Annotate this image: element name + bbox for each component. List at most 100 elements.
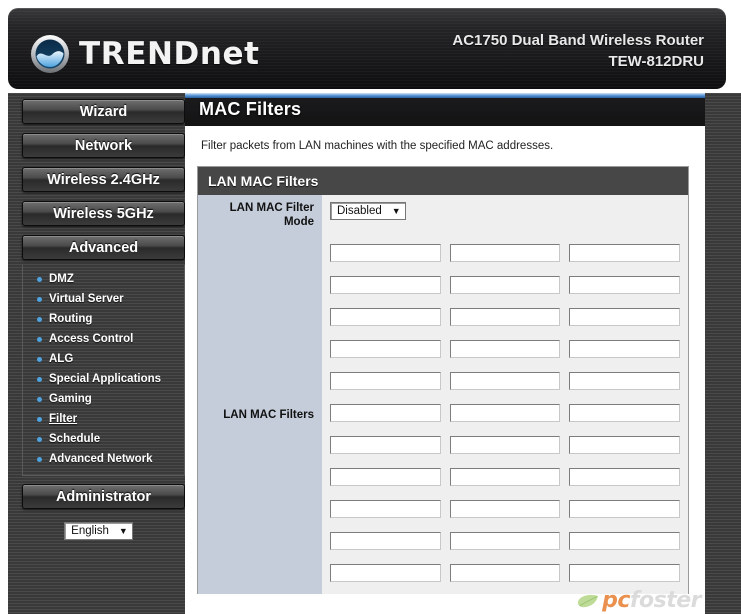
brand: TRENDnet bbox=[30, 34, 260, 74]
sidebar-item-schedule[interactable]: Schedule bbox=[23, 429, 184, 449]
sidebar-item-label: Gaming bbox=[49, 393, 92, 405]
bullet-icon bbox=[37, 336, 42, 342]
mac-address-input-12[interactable] bbox=[569, 340, 680, 358]
filter-entries-row: LAN MAC Filters bbox=[198, 235, 688, 594]
mac-address-input-3[interactable] bbox=[569, 244, 680, 262]
sidebar-item-label: Virtual Server bbox=[49, 293, 124, 305]
page-description: Filter packets from LAN machines with th… bbox=[201, 140, 554, 152]
bullet-icon bbox=[37, 316, 42, 322]
mac-address-input-2[interactable] bbox=[449, 244, 561, 262]
mac-address-input-19[interactable] bbox=[330, 436, 441, 454]
app-header: TRENDnet AC1750 Dual Band Wireless Route… bbox=[8, 8, 726, 89]
mac-address-input-18[interactable] bbox=[569, 404, 680, 422]
sidebar-item-administrator[interactable]: Administrator bbox=[22, 484, 185, 509]
mac-address-input-22[interactable] bbox=[330, 468, 441, 486]
sidebar-item-label: Routing bbox=[49, 313, 93, 325]
mac-address-input-21[interactable] bbox=[569, 436, 680, 454]
mac-address-input-7[interactable] bbox=[330, 308, 441, 326]
sidebar-item-gaming[interactable]: Gaming bbox=[23, 389, 184, 409]
sidebar-item-wizard[interactable]: Wizard bbox=[22, 99, 185, 124]
mac-address-input-1[interactable] bbox=[330, 244, 441, 262]
mac-address-input-25[interactable] bbox=[330, 500, 441, 518]
lan-mac-filters-form: LAN MAC Filter Mode Disabled ▼ LAN MAC F… bbox=[198, 195, 688, 594]
sidebar-item-advanced[interactable]: Advanced bbox=[22, 235, 185, 260]
mac-address-input-23[interactable] bbox=[449, 468, 561, 486]
bullet-icon bbox=[37, 276, 42, 282]
bullet-icon bbox=[37, 376, 42, 382]
mac-address-input-26[interactable] bbox=[449, 500, 561, 518]
mac-address-input-9[interactable] bbox=[569, 308, 680, 326]
mac-address-input-17[interactable] bbox=[449, 404, 561, 422]
mac-address-input-14[interactable] bbox=[449, 372, 561, 390]
lan-mac-filters-field bbox=[322, 235, 688, 594]
mac-address-input-31[interactable] bbox=[330, 564, 441, 582]
language-select[interactable]: English ▼ bbox=[64, 522, 133, 540]
sidebar-item-label: Schedule bbox=[49, 433, 101, 445]
bullet-icon bbox=[37, 416, 42, 422]
sidebar-item-network[interactable]: Network bbox=[22, 133, 185, 158]
product-model: AC1750 Dual Band Wireless Router TEW-812… bbox=[452, 30, 704, 72]
filter-mode-label: LAN MAC Filter Mode bbox=[198, 195, 322, 235]
bullet-icon bbox=[37, 356, 42, 362]
language-select-value: English bbox=[71, 525, 109, 537]
mac-address-input-32[interactable] bbox=[449, 564, 561, 582]
sidebar-item-dmz[interactable]: DMZ bbox=[23, 269, 184, 289]
product-model-number: TEW-812DRU bbox=[608, 53, 704, 70]
sidebar: Wizard Network Wireless 2.4GHz Wireless … bbox=[8, 93, 185, 614]
mac-address-input-30[interactable] bbox=[569, 532, 680, 550]
lan-mac-filter-mode-value: Disabled bbox=[337, 205, 382, 217]
sidebar-item-virtual-server[interactable]: Virtual Server bbox=[23, 289, 184, 309]
mac-address-input-24[interactable] bbox=[569, 468, 680, 486]
mac-address-input-33[interactable] bbox=[569, 564, 680, 582]
content-body: Filter packets from LAN machines with th… bbox=[185, 126, 705, 614]
mac-address-input-27[interactable] bbox=[569, 500, 680, 518]
router-admin-page: TRENDnet AC1750 Dual Band Wireless Route… bbox=[0, 0, 741, 614]
trendnet-globe-logo-icon bbox=[31, 35, 69, 73]
mac-address-input-13[interactable] bbox=[330, 372, 441, 390]
bullet-icon bbox=[37, 436, 42, 442]
leaf-icon bbox=[578, 594, 599, 607]
page-title-bar: MAC Filters bbox=[185, 93, 705, 126]
bullet-icon bbox=[37, 296, 42, 302]
advanced-submenu: DMZ Virtual Server Routing Access Contro… bbox=[22, 265, 185, 476]
right-rail bbox=[705, 93, 741, 614]
mac-address-input-10[interactable] bbox=[330, 340, 441, 358]
sidebar-item-label: DMZ bbox=[49, 273, 74, 285]
sidebar-item-filter[interactable]: Filter bbox=[23, 409, 184, 429]
mac-address-input-20[interactable] bbox=[449, 436, 561, 454]
mac-address-input-6[interactable] bbox=[569, 276, 680, 294]
mac-address-input-28[interactable] bbox=[330, 532, 441, 550]
sidebar-item-advanced-network[interactable]: Advanced Network bbox=[23, 449, 184, 469]
mac-address-input-4[interactable] bbox=[330, 276, 441, 294]
sidebar-item-special-applications[interactable]: Special Applications bbox=[23, 369, 184, 389]
mac-address-input-11[interactable] bbox=[449, 340, 561, 358]
main-content: MAC Filters Filter packets from LAN mach… bbox=[185, 93, 705, 614]
sidebar-item-label: Advanced Network bbox=[49, 453, 153, 465]
mac-address-input-5[interactable] bbox=[449, 276, 561, 294]
sidebar-item-wireless-5ghz[interactable]: Wireless 5GHz bbox=[22, 201, 185, 226]
panel-title: LAN MAC Filters bbox=[198, 167, 688, 195]
sidebar-item-wireless-24ghz[interactable]: Wireless 2.4GHz bbox=[22, 167, 185, 192]
page-title: MAC Filters bbox=[199, 99, 302, 119]
lan-mac-filter-mode-select[interactable]: Disabled ▼ bbox=[330, 202, 406, 220]
sidebar-item-label: Special Applications bbox=[49, 373, 162, 385]
mac-address-input-15[interactable] bbox=[569, 372, 680, 390]
bullet-icon bbox=[37, 396, 42, 402]
mac-address-input-16[interactable] bbox=[330, 404, 441, 422]
filter-mode-field: Disabled ▼ bbox=[322, 195, 688, 235]
sidebar-item-access-control[interactable]: Access Control bbox=[23, 329, 184, 349]
chevron-down-icon: ▼ bbox=[118, 526, 128, 536]
sidebar-item-routing[interactable]: Routing bbox=[23, 309, 184, 329]
sidebar-item-label: Access Control bbox=[49, 333, 134, 345]
filter-mode-row: LAN MAC Filter Mode Disabled ▼ bbox=[198, 195, 688, 235]
mac-address-input-grid bbox=[330, 241, 682, 588]
mac-address-input-29[interactable] bbox=[449, 532, 561, 550]
mac-address-input-8[interactable] bbox=[449, 308, 561, 326]
product-name: AC1750 Dual Band Wireless Router bbox=[452, 32, 704, 49]
sidebar-item-alg[interactable]: ALG bbox=[23, 349, 184, 369]
sidebar-item-label: ALG bbox=[49, 353, 74, 365]
bullet-icon bbox=[37, 456, 42, 462]
lan-mac-filters-label: LAN MAC Filters bbox=[198, 235, 322, 594]
language-selector-wrap: English ▼ bbox=[22, 521, 175, 540]
brand-name: TRENDnet bbox=[79, 35, 260, 72]
